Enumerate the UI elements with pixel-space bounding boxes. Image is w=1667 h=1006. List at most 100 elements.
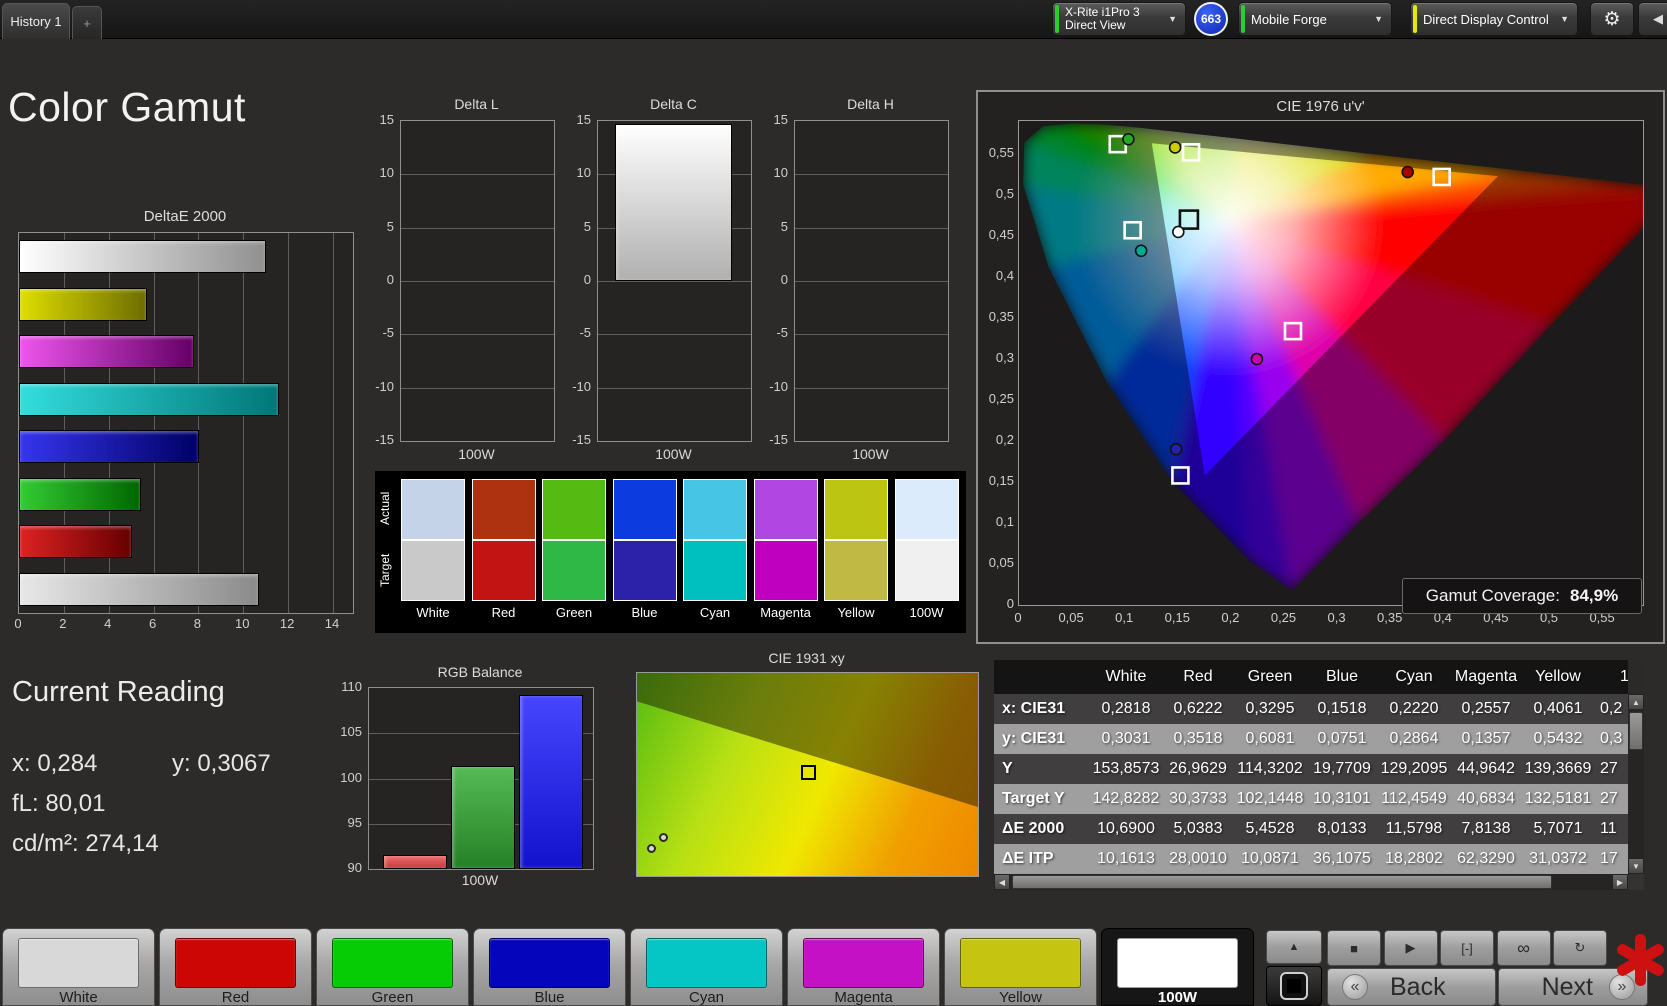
meter-dropdown-label: X-Rite i1Pro 3 Direct View xyxy=(1065,6,1160,32)
patch-swatch xyxy=(18,938,139,988)
patch-button-label: Red xyxy=(160,989,311,1006)
gridline xyxy=(401,174,554,175)
tab-history[interactable]: History 1 xyxy=(2,3,70,39)
source-dropdown-label: Mobile Forge xyxy=(1251,13,1366,26)
source-status-stripe xyxy=(1241,5,1245,33)
infinity-icon: ∞ xyxy=(1517,938,1530,959)
transport-infinity-button[interactable]: ∞ xyxy=(1497,930,1551,966)
transport-stop-button[interactable]: ■ xyxy=(1327,930,1381,966)
y-tick-label: -5 xyxy=(758,325,788,340)
table-hscroll-thumb[interactable] xyxy=(1012,875,1552,889)
deltae-bar-red xyxy=(19,525,132,558)
meter-count-badge[interactable]: 663 xyxy=(1194,2,1228,36)
table-cell: 28,0010 xyxy=(1162,844,1234,874)
y-tick-label: 95 xyxy=(330,815,362,830)
patch-button-white[interactable]: White xyxy=(2,928,155,1006)
delta-chart-title: Delta L xyxy=(400,96,553,112)
pattern-window-button[interactable] xyxy=(1266,966,1322,1006)
patch-button-magenta[interactable]: Magenta xyxy=(787,928,940,1006)
patch-button-label: 100W xyxy=(1102,989,1253,1006)
x-tick-label: 0,15 xyxy=(1157,610,1197,625)
y-tick-label: 15 xyxy=(758,112,788,127)
y-tick-label: 5 xyxy=(364,219,394,234)
table-cell: 142,8282 xyxy=(1090,784,1162,814)
measurement-table: WhiteRedGreenBlueCyanMagentaYellow1x: CI… xyxy=(994,660,1644,890)
table-header-red: Red xyxy=(1162,660,1234,694)
table-cell: 0,2818 xyxy=(1090,694,1162,724)
table-cell: 102,1448 xyxy=(1234,784,1306,814)
back-button[interactable]: « Back xyxy=(1327,968,1496,1006)
transport-loop-button[interactable]: ↻ xyxy=(1553,930,1607,966)
cie1976-title: CIE 1976 u'v' xyxy=(978,98,1663,115)
table-vscroll-thumb[interactable] xyxy=(1629,712,1643,750)
rgb-balance-title: RGB Balance xyxy=(368,664,592,680)
chevron-down-icon: ▼ xyxy=(1560,14,1569,24)
x-tick-label: 12 xyxy=(275,616,299,631)
table-cell: 0,2220 xyxy=(1378,694,1450,724)
scroll-left-button[interactable]: ◀ xyxy=(994,874,1010,890)
swatch-label: Yellow xyxy=(824,605,888,620)
table-header-blue: Blue xyxy=(1306,660,1378,694)
top-bar: History 1 + X-Rite i1Pro 3 Direct View ▼… xyxy=(0,0,1667,39)
patch-button-yellow[interactable]: Yellow xyxy=(944,928,1097,1006)
new-tab-button[interactable]: + xyxy=(72,6,102,39)
table-row-label: Y xyxy=(994,754,1090,784)
y-tick-label: 10 xyxy=(758,165,788,180)
meter-dropdown[interactable]: X-Rite i1Pro 3 Direct View ▼ xyxy=(1052,2,1186,36)
chevrons-left-icon: « xyxy=(1342,974,1368,1000)
cie1976-chart[interactable] xyxy=(1018,120,1644,606)
table-cell: 0,5432 xyxy=(1522,724,1594,754)
transport-play-button[interactable]: ▶ xyxy=(1384,930,1438,966)
patch-swatch xyxy=(646,938,767,988)
collapse-panel-button[interactable]: ◀ xyxy=(1638,2,1667,36)
y-tick-label: 100 xyxy=(330,770,362,785)
gridline xyxy=(243,233,244,613)
table-cell-partial: 17 xyxy=(1594,844,1628,874)
cie1931-chart[interactable] xyxy=(636,672,979,877)
y-tick-label: -5 xyxy=(561,325,591,340)
scroll-down-button[interactable]: ▼ xyxy=(1628,858,1644,874)
x-tick-label: 0,1 xyxy=(1104,610,1144,625)
y-tick-label: 0,45 xyxy=(980,227,1014,242)
gridline xyxy=(198,233,199,613)
patch-button-label: White xyxy=(3,989,154,1006)
swatch-label: Blue xyxy=(613,605,677,620)
workflow-dropdown[interactable]: Direct Display Control ▼ xyxy=(1410,2,1578,36)
table-row-label: x: CIE31 xyxy=(994,694,1090,724)
y-tick-label: 5 xyxy=(561,219,591,234)
patch-button-green[interactable]: Green xyxy=(316,928,469,1006)
patch-button-cyan[interactable]: Cyan xyxy=(630,928,783,1006)
table-cell-partial: 0,3 xyxy=(1594,724,1628,754)
delta-chart-x-label: 100W xyxy=(597,446,750,462)
delta-chart-title: Delta C xyxy=(597,96,750,112)
patch-button-blue[interactable]: Blue xyxy=(473,928,626,1006)
deltae2000-chart xyxy=(18,232,354,614)
table-header-green: Green xyxy=(1234,660,1306,694)
source-dropdown[interactable]: Mobile Forge ▼ xyxy=(1238,2,1392,36)
patch-button-label: Magenta xyxy=(788,989,939,1006)
settings-button[interactable]: ⚙ xyxy=(1590,2,1634,36)
gridline xyxy=(401,281,554,282)
patch-swatch xyxy=(489,938,610,988)
chevron-down-icon: ▼ xyxy=(1168,14,1177,24)
table-header-magenta: Magenta xyxy=(1450,660,1522,694)
patch-button-red[interactable]: Red xyxy=(159,928,312,1006)
swatch-target-blue xyxy=(613,540,677,601)
rgb-balance-chart xyxy=(368,687,594,870)
scroll-right-button[interactable]: ▶ xyxy=(1612,874,1628,890)
meter-status-stripe xyxy=(1055,5,1059,33)
gamut-coverage-readout: Gamut Coverage: 84,9% xyxy=(1402,578,1642,614)
transport-step-button[interactable]: [-] xyxy=(1440,930,1494,966)
x-tick-label: 10 xyxy=(230,616,254,631)
scroll-up-button[interactable]: ▲ xyxy=(1628,694,1644,710)
measured-marker-white xyxy=(1173,226,1184,237)
delta-chart-delta-c xyxy=(597,120,752,442)
table-cell: 5,4528 xyxy=(1234,814,1306,844)
pattern-up-button[interactable]: ▲ xyxy=(1266,930,1322,964)
y-tick-label: 0,35 xyxy=(980,309,1014,324)
table-cell: 18,2802 xyxy=(1378,844,1450,874)
patch-button-100w[interactable]: 100W xyxy=(1101,928,1254,1006)
table-cell: 31,0372 xyxy=(1522,844,1594,874)
rgb-bar-red xyxy=(383,855,447,869)
measured-marker-yellow xyxy=(1170,142,1181,153)
